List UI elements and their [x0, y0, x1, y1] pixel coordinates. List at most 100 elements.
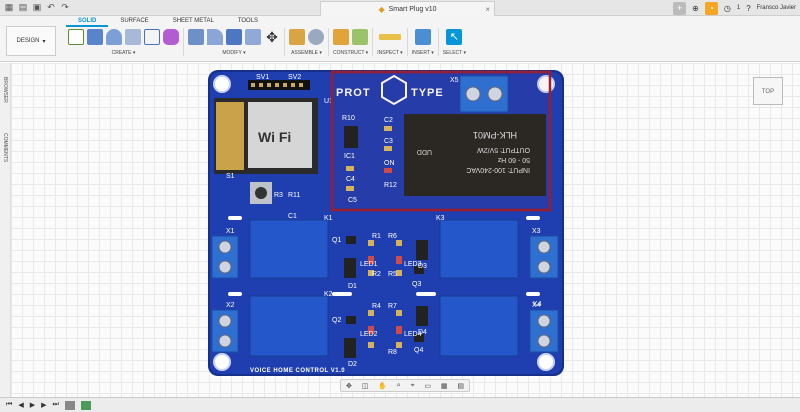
label-c2: C2	[384, 117, 393, 124]
relay-k1	[249, 219, 329, 279]
mount-hole-tl	[213, 75, 231, 93]
measure-icon[interactable]	[378, 34, 401, 40]
q2-transistor	[346, 316, 356, 324]
timeline-feature-icon[interactable]	[64, 400, 75, 410]
play-icon[interactable]: ▶	[30, 401, 35, 409]
new-sketch-icon[interactable]	[68, 29, 84, 45]
extensions-icon[interactable]: ⊕	[692, 4, 699, 13]
joint-icon[interactable]	[308, 29, 324, 45]
label-r10: R10	[342, 115, 355, 122]
new-tab-icon[interactable]: +	[673, 1, 687, 15]
zoom-icon[interactable]: ⌕	[397, 382, 401, 390]
label-r4: R4	[372, 303, 381, 310]
insert-image-icon[interactable]	[414, 29, 431, 45]
tab-surface[interactable]: SURFACE	[108, 17, 160, 27]
label-r7: R7	[388, 303, 397, 310]
group-label-construct[interactable]: CONSTRUCT ▾	[333, 50, 368, 56]
label-c5: C5	[348, 197, 357, 204]
chamfer-icon[interactable]	[226, 29, 242, 45]
label-r2: R2	[372, 271, 381, 278]
workspace-switcher[interactable]: DESIGN ▾	[6, 26, 56, 56]
relay-k3	[439, 219, 519, 279]
select-cursor-icon[interactable]: ↖	[446, 29, 463, 45]
power-module-text-4: HLK-PM01	[473, 130, 517, 140]
group-label-assemble[interactable]: ASSEMBLE ▾	[291, 50, 322, 56]
revolve-icon[interactable]	[106, 29, 122, 45]
c2-cap	[384, 126, 392, 131]
shell-icon[interactable]	[245, 29, 261, 45]
button-s1-cap	[255, 187, 267, 199]
label-r1: R1	[372, 233, 381, 240]
go-to-start-icon[interactable]: ⏮	[6, 401, 12, 409]
notification-count: 1	[736, 5, 741, 11]
mount-hole-br	[537, 353, 555, 371]
group-label-create[interactable]: CREATE ▾	[112, 50, 136, 56]
label-q4: Q4	[414, 347, 423, 354]
tab-sheet-metal[interactable]: SHEET METAL	[161, 17, 226, 27]
loft-icon[interactable]	[144, 29, 160, 45]
ribbon: SOLID SURFACE SHEET METAL TOOLS DESIGN ▾…	[0, 16, 800, 62]
group-label-modify[interactable]: MODIFY ▾	[222, 50, 245, 56]
display-settings-icon[interactable]: ▭	[424, 382, 431, 390]
timeline-feature-icon-2[interactable]	[80, 400, 91, 410]
c5-cap	[346, 186, 354, 191]
viewports-icon[interactable]: ▤	[457, 382, 464, 390]
move-icon[interactable]: ✥	[264, 29, 280, 45]
orbit-icon[interactable]: ✥	[346, 382, 352, 390]
file-icon[interactable]: ▤	[18, 3, 28, 12]
job-status-icon[interactable]: ◔	[704, 1, 718, 15]
grid-settings-icon[interactable]: ▦	[441, 382, 448, 390]
label-r11: R11	[288, 192, 300, 199]
form-icon[interactable]	[163, 29, 179, 45]
help-icon[interactable]: ?	[746, 4, 750, 13]
viewcube[interactable]: TOP	[753, 77, 783, 105]
label-x2: X2	[226, 302, 235, 309]
group-label-select[interactable]: SELECT ▾	[443, 50, 466, 56]
power-module-text-2: 50 - 60 Hz	[497, 156, 530, 163]
label-d2: D2	[348, 361, 357, 368]
browser-panel-toggle[interactable]: BROWSER	[2, 77, 8, 103]
pcb-board[interactable]: SV1 SV2 U1 Wi Fi PROT TYPE X5 INPUT: 100…	[208, 70, 564, 376]
fillet-icon[interactable]	[207, 29, 223, 45]
pan-icon[interactable]: ✋	[378, 382, 387, 390]
document-title: Smart Plug v10	[388, 5, 437, 13]
workspace-label: DESIGN	[16, 38, 40, 44]
save-icon[interactable]: ▣	[32, 3, 42, 12]
viewcube-face-label: TOP	[761, 89, 775, 95]
extrude-icon[interactable]	[87, 29, 103, 45]
step-back-icon[interactable]: ◀	[18, 401, 23, 409]
d1-diode	[344, 258, 356, 278]
offset-plane-icon[interactable]	[333, 29, 350, 45]
new-component-icon[interactable]	[289, 29, 305, 45]
label-led1: LED1	[360, 261, 378, 268]
label-k1: K1	[324, 215, 333, 222]
label-r12: R12	[384, 182, 397, 189]
led4	[396, 326, 402, 334]
document-tab[interactable]: ◆ Smart Plug v10 ×	[320, 1, 495, 16]
go-to-end-icon[interactable]: ⏭	[52, 401, 58, 409]
fit-icon[interactable]: ⌖	[411, 382, 415, 390]
power-module-text-5: UDD	[417, 148, 432, 155]
press-pull-icon[interactable]	[188, 29, 204, 45]
chevron-down-icon: ▾	[42, 38, 46, 45]
look-at-icon[interactable]: ◫	[362, 382, 369, 390]
tab-tools[interactable]: TOOLS	[226, 17, 270, 27]
led-on	[384, 168, 392, 173]
group-label-insert[interactable]: INSERT ▾	[412, 50, 434, 56]
user-name[interactable]: Fransco Javier	[757, 5, 796, 11]
axis-icon[interactable]	[352, 29, 369, 45]
close-tab-icon[interactable]: ×	[485, 5, 490, 14]
terminal-x5-screw-1	[465, 86, 481, 102]
step-forward-icon[interactable]: ▶	[41, 401, 46, 409]
tab-solid[interactable]: SOLID	[66, 17, 109, 27]
sweep-icon[interactable]	[125, 29, 141, 45]
grid-menu-icon[interactable]: ▦	[4, 3, 14, 12]
redo-icon[interactable]: ↷	[60, 3, 70, 12]
notifications-icon[interactable]: ◷	[724, 4, 731, 13]
label-x4: X4	[532, 302, 541, 309]
label-r5: R5	[388, 271, 397, 278]
d4-diode	[416, 306, 428, 326]
comments-panel-toggle[interactable]: COMMENTS	[2, 133, 8, 162]
undo-icon[interactable]: ↶	[46, 3, 56, 12]
group-label-inspect[interactable]: INSPECT ▾	[377, 50, 402, 56]
